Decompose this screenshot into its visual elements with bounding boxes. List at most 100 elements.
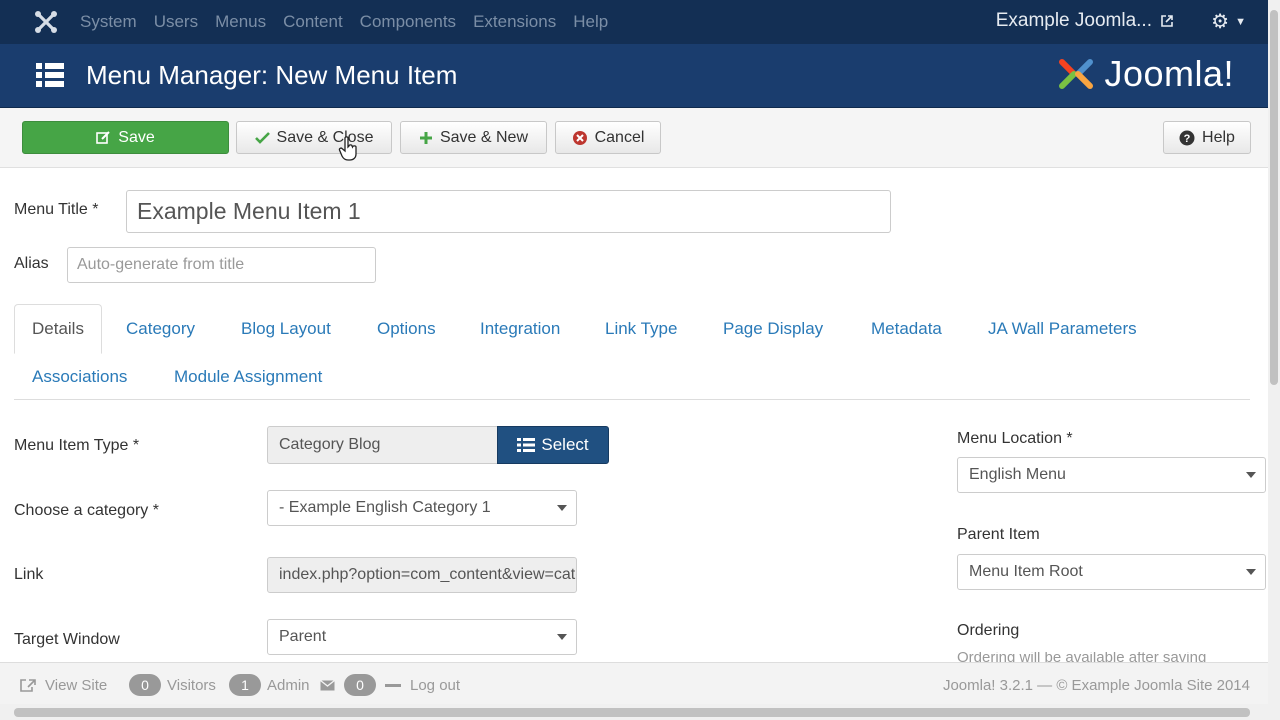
messages-status[interactable]: 0: [320, 674, 382, 696]
site-link-label: Example Joomla...: [995, 10, 1152, 31]
list-icon: [36, 63, 64, 87]
external-link-icon: [1161, 15, 1173, 27]
tab-bar: Details Category Blog Layout Options Int…: [14, 304, 1250, 400]
chevron-down-icon: [557, 505, 567, 511]
link-field: index.php?option=com_content&view=catego…: [267, 557, 577, 593]
save-button[interactable]: Save: [22, 121, 229, 154]
menu-item-type-field: Category Blog: [267, 426, 498, 464]
question-circle-icon: ?: [1179, 130, 1195, 146]
horizontal-scroll-thumb[interactable]: [14, 708, 1250, 717]
logout-link[interactable]: Log out: [385, 677, 460, 694]
target-window-label: Target Window: [14, 631, 120, 648]
chevron-down-icon: [1246, 472, 1256, 478]
target-window-value: Parent: [279, 628, 327, 645]
cancel-circle-icon: [572, 130, 588, 146]
menu-location-value: English Menu: [969, 466, 1066, 483]
save-new-label: Save & New: [439, 128, 529, 146]
plus-icon: [419, 131, 433, 145]
top-navbar: System Users Menus Content Components Ex…: [0, 0, 1280, 44]
ordering-note-text: Ordering will be available after saving: [957, 652, 1207, 662]
admin-count-badge: 1: [229, 674, 261, 696]
tab-integration[interactable]: Integration: [480, 319, 560, 339]
svg-text:?: ?: [1184, 133, 1191, 145]
tab-options[interactable]: Options: [377, 319, 436, 339]
menu-components[interactable]: Components: [360, 12, 456, 32]
tab-ja-wall-parameters[interactable]: JA Wall Parameters: [988, 319, 1137, 339]
menu-extensions[interactable]: Extensions: [473, 12, 556, 32]
ordering-label: Ordering: [957, 622, 1020, 639]
parent-item-value: Menu Item Root: [969, 563, 1083, 580]
tab-associations[interactable]: Associations: [32, 367, 127, 387]
ordering-note: Ordering will be available after saving: [957, 652, 1262, 662]
tab-details[interactable]: Details: [14, 304, 102, 354]
site-link[interactable]: Example Joomla...: [996, 10, 1174, 32]
menu-title-input[interactable]: Example Menu Item 1: [126, 190, 891, 233]
category-select[interactable]: - Example English Category 1: [267, 490, 577, 526]
toolbar: Save Save & Close Save & New Cancel ? He…: [0, 108, 1268, 168]
menu-help[interactable]: Help: [573, 12, 608, 32]
logout-label: Log out: [410, 677, 461, 694]
link-label: Link: [14, 566, 44, 583]
visitors-count-badge: 0: [129, 674, 161, 696]
view-site-link[interactable]: View Site: [20, 677, 107, 694]
settings-dropdown[interactable]: ⚙ ▼: [1211, 9, 1246, 34]
admin-label: Admin: [267, 676, 310, 694]
brand-name: Joomla!: [1104, 53, 1234, 94]
choose-category-label: Choose a category *: [14, 502, 159, 519]
category-select-value: - Example English Category 1: [279, 499, 491, 516]
joomla-brand: Joomla!: [1054, 52, 1234, 96]
tab-metadata[interactable]: Metadata: [871, 319, 942, 339]
menu-item-type-label: Menu Item Type *: [14, 437, 140, 454]
tab-category[interactable]: Category: [126, 319, 195, 339]
alias-input[interactable]: Auto-generate from title: [67, 247, 376, 283]
messages-count-badge: 0: [344, 674, 376, 696]
gear-icon: ⚙: [1211, 11, 1230, 33]
hand-cursor-icon: [338, 136, 357, 161]
admin-status: 1 Admin: [229, 674, 310, 696]
menu-menus[interactable]: Menus: [215, 12, 266, 32]
tab-blog-layout[interactable]: Blog Layout: [241, 319, 331, 339]
visitors-label: Visitors: [167, 676, 216, 694]
caret-down-icon: ▼: [1235, 15, 1246, 28]
horizontal-scrollbar[interactable]: [0, 704, 1268, 720]
save-close-button[interactable]: Save & Close: [236, 121, 392, 154]
menu-users[interactable]: Users: [154, 12, 198, 32]
footer-copyright: Joomla! 3.2.1 — © Example Joomla Site 20…: [942, 677, 1250, 694]
view-site-label: View Site: [45, 677, 108, 694]
cancel-button[interactable]: Cancel: [555, 121, 661, 154]
joomla-brand-icon: [1059, 59, 1094, 89]
vertical-scroll-thumb[interactable]: [1270, 10, 1278, 385]
save-new-button[interactable]: Save & New: [400, 121, 547, 154]
menu-location-label: Menu Location *: [957, 430, 1073, 447]
tab-page-display[interactable]: Page Display: [723, 319, 823, 339]
chevron-down-icon: [1246, 569, 1256, 575]
external-link-icon: [20, 679, 36, 692]
menu-system[interactable]: System: [80, 12, 137, 32]
page-header: Menu Manager: New Menu Item Joomla!: [0, 44, 1268, 108]
target-window-select[interactable]: Parent: [267, 619, 577, 655]
joomla-logo-icon[interactable]: [32, 8, 60, 36]
vertical-scrollbar[interactable]: [1268, 0, 1280, 720]
tab-link-type[interactable]: Link Type: [605, 319, 677, 339]
menu-content[interactable]: Content: [283, 12, 343, 32]
tab-module-assignment[interactable]: Module Assignment: [174, 367, 322, 387]
check-icon: [254, 131, 270, 144]
menu-title-label: Menu Title *: [14, 201, 99, 218]
menu-location-select[interactable]: English Menu: [957, 457, 1266, 493]
minus-icon: [385, 684, 401, 687]
select-label: Select: [541, 435, 589, 454]
cancel-label: Cancel: [594, 128, 645, 146]
parent-item-select[interactable]: Menu Item Root: [957, 554, 1266, 590]
chevron-down-icon: [557, 634, 567, 640]
save-label: Save: [118, 128, 155, 146]
list-icon: [517, 438, 536, 452]
visitors-status: 0 Visitors: [129, 674, 216, 696]
parent-item-label: Parent Item: [957, 526, 1040, 543]
select-menu-type-button[interactable]: Select: [497, 426, 609, 464]
envelope-icon: [320, 679, 335, 690]
page-title: Menu Manager: New Menu Item: [86, 60, 458, 90]
alias-label: Alias: [14, 255, 49, 272]
admin-menu: System Users Menus Content Components Ex…: [80, 0, 625, 44]
help-button[interactable]: ? Help: [1163, 121, 1251, 154]
edit-icon: [96, 130, 111, 145]
